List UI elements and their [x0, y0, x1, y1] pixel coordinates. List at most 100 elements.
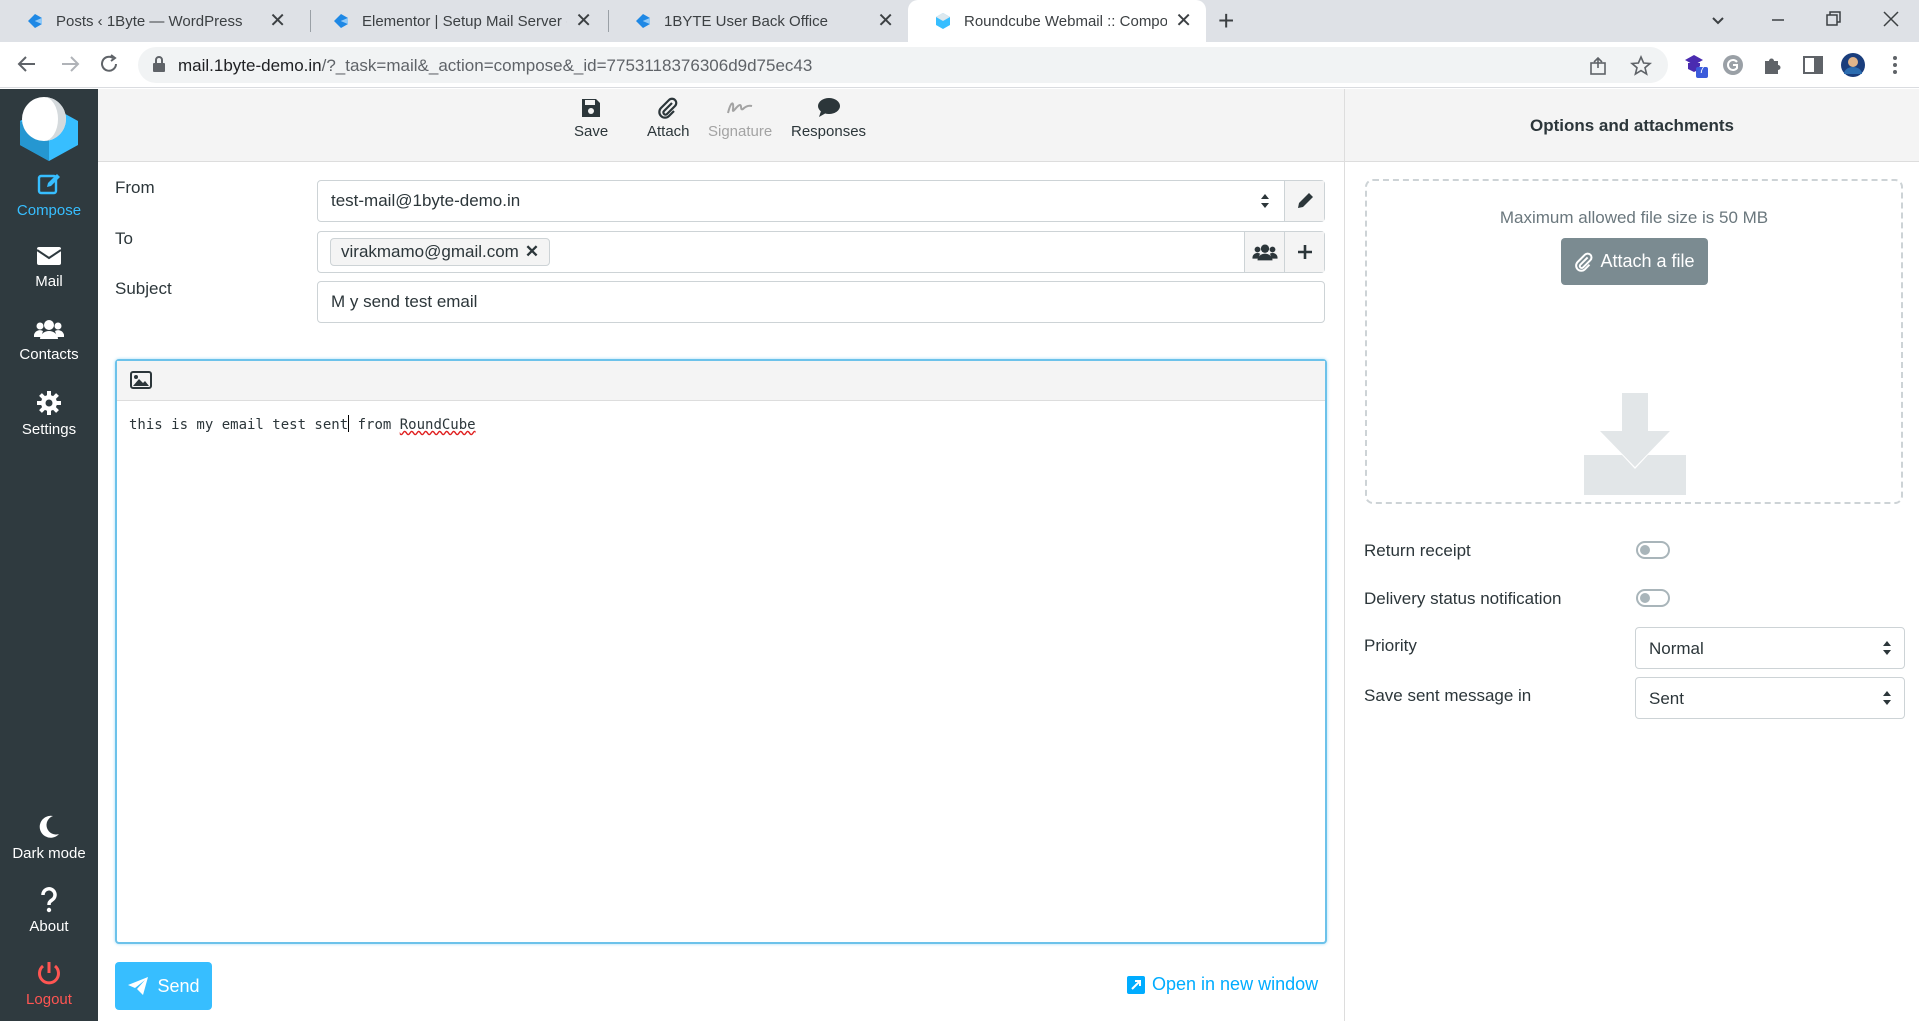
- lock-icon: [153, 56, 165, 72]
- wordpress-favicon-icon: [28, 14, 42, 28]
- extension-count: 7: [1699, 65, 1705, 76]
- sidebar-item-compose[interactable]: Compose: [0, 171, 98, 237]
- signature-icon: [727, 102, 753, 114]
- from-select[interactable]: test-mail@1byte-demo.in: [317, 180, 1325, 222]
- browser-tab-elementor[interactable]: Elementor | Setup Mail Server (Ro ✕: [306, 0, 606, 42]
- from-label: From: [115, 178, 155, 197]
- tab-search-icon[interactable]: [1710, 12, 1726, 28]
- open-in-new-window-link[interactable]: Open in new window: [1126, 974, 1318, 995]
- paper-plane-icon: [128, 977, 149, 995]
- forward-arrow-icon[interactable]: [58, 52, 82, 76]
- save-button[interactable]: Save: [574, 97, 608, 140]
- responses-label: Responses: [791, 123, 867, 140]
- attach-label: Attach: [647, 123, 690, 140]
- subject-value: M y send test email: [331, 292, 478, 311]
- question-mark-icon: [41, 887, 57, 913]
- delivery-status-toggle[interactable]: [1636, 589, 1670, 607]
- url-path: /?_task=mail&_action=compose&_id=7753118…: [321, 56, 813, 75]
- share-icon[interactable]: [1588, 55, 1610, 77]
- url-text: mail.1byte-demo.in/?_task=mail&_action=c…: [178, 56, 812, 76]
- misspelled-word: RoundCube: [399, 417, 476, 433]
- bookmark-star-icon[interactable]: [1630, 55, 1652, 77]
- grammarly-icon[interactable]: [1720, 52, 1746, 78]
- backoffice-favicon-icon: [636, 14, 650, 28]
- plus-icon: [1297, 245, 1312, 259]
- address-book-button[interactable]: [1244, 232, 1284, 272]
- sidebar-item-dark-mode[interactable]: Dark mode: [0, 814, 98, 880]
- browser-tab-roundcube[interactable]: Roundcube Webmail :: Compose ✕: [908, 0, 1206, 42]
- profile-avatar[interactable]: [1840, 52, 1866, 78]
- delivery-status-label: Delivery status notification: [1364, 589, 1562, 608]
- sidebar-item-label: Compose: [16, 202, 82, 219]
- body-text-part: this is my email test sent: [129, 417, 349, 433]
- extension-badge-icon[interactable]: 7: [1682, 52, 1708, 78]
- close-tab-icon[interactable]: ✕: [1175, 11, 1192, 31]
- send-button[interactable]: Send: [115, 962, 212, 1010]
- url-domain: mail.1byte-demo.in: [178, 56, 322, 75]
- image-icon[interactable]: [130, 371, 152, 389]
- minimize-icon[interactable]: [1770, 12, 1786, 28]
- sidebar-item-settings[interactable]: Settings: [0, 390, 98, 456]
- browser-menu-icon[interactable]: [1882, 52, 1908, 78]
- paperclip-icon: [1575, 252, 1593, 272]
- priority-select[interactable]: Normal: [1635, 627, 1905, 669]
- new-tab-button[interactable]: +: [1218, 6, 1234, 36]
- speech-bubble-icon: [817, 98, 840, 117]
- toggle-knob: [1640, 593, 1650, 603]
- back-arrow-icon[interactable]: [15, 52, 39, 76]
- attach-file-label: Attach a file: [1600, 251, 1695, 271]
- url-omnibox[interactable]: mail.1byte-demo.in/?_task=mail&_action=c…: [138, 47, 1668, 83]
- sidebar-item-contacts[interactable]: Contacts: [0, 317, 98, 383]
- moon-icon: [39, 815, 59, 838]
- editor-toolbar: [117, 361, 1325, 401]
- restore-icon[interactable]: [1825, 10, 1843, 28]
- from-value: test-mail@1byte-demo.in: [331, 191, 521, 210]
- main-sidebar: Compose Mail Contacts Settings Dark mode…: [0, 89, 98, 1021]
- close-tab-icon[interactable]: ✕: [269, 11, 286, 31]
- browser-tab-wordpress[interactable]: Posts ‹ 1Byte — WordPress ✕: [0, 0, 300, 42]
- close-tab-icon[interactable]: ✕: [877, 11, 894, 31]
- return-receipt-toggle[interactable]: [1636, 541, 1670, 559]
- reload-icon[interactable]: [97, 52, 121, 76]
- open-new-window-label: Open in new window: [1152, 974, 1319, 994]
- recipient-chip[interactable]: virakmamo@gmail.com ✕: [330, 238, 551, 266]
- to-recipients-input[interactable]: virakmamo@gmail.com ✕: [317, 231, 1325, 273]
- paperclip-icon: [658, 97, 678, 119]
- extensions-puzzle-icon[interactable]: [1760, 52, 1786, 78]
- attachment-dropzone[interactable]: Maximum allowed file size is 50 MB Attac…: [1365, 179, 1903, 504]
- body-text-part: from: [349, 417, 400, 433]
- save-label: Save: [574, 123, 609, 140]
- recipient-email: virakmamo@gmail.com: [341, 242, 519, 261]
- subject-input[interactable]: M y send test email: [317, 281, 1325, 323]
- attach-button[interactable]: Attach: [647, 97, 690, 140]
- edit-identity-button[interactable]: [1284, 181, 1324, 221]
- browser-address-bar: mail.1byte-demo.in/?_task=mail&_action=c…: [0, 42, 1919, 88]
- save-disk-icon: [582, 99, 601, 117]
- contacts-people-icon: [34, 320, 64, 339]
- sidebar-item-label: Logout: [26, 991, 72, 1008]
- close-tab-icon[interactable]: ✕: [575, 11, 592, 31]
- save-sent-select[interactable]: Sent: [1635, 677, 1905, 719]
- select-arrows-icon: [1883, 641, 1891, 655]
- sidebar-item-label: Mail: [35, 273, 63, 290]
- responses-button[interactable]: Responses: [791, 97, 866, 140]
- select-arrows-icon: [1883, 691, 1891, 705]
- tab-title: Roundcube Webmail :: Compose: [964, 12, 1168, 30]
- sidebar-item-logout[interactable]: Logout: [0, 960, 98, 1021]
- to-label: To: [115, 229, 133, 248]
- download-drop-icon: [1584, 393, 1686, 495]
- sidebar-item-mail[interactable]: Mail: [0, 244, 98, 310]
- close-window-icon[interactable]: [1882, 10, 1900, 28]
- tab-title: Elementor | Setup Mail Server (Ro: [362, 12, 567, 30]
- remove-recipient-icon[interactable]: ✕: [525, 242, 539, 261]
- signature-button[interactable]: Signature: [708, 97, 772, 140]
- max-file-size-text: Maximum allowed file size is 50 MB: [1499, 208, 1769, 227]
- sidebar-item-about[interactable]: About: [0, 887, 98, 953]
- compose-form: From test-mail@1byte-demo.in To virakmam…: [98, 162, 1344, 1021]
- add-header-button[interactable]: [1284, 232, 1324, 272]
- side-panel-icon[interactable]: [1800, 52, 1826, 78]
- attach-file-button[interactable]: Attach a file: [1561, 238, 1708, 285]
- return-receipt-label: Return receipt: [1364, 541, 1471, 560]
- message-body-editor[interactable]: this is my email test sent from RoundCub…: [115, 359, 1327, 944]
- browser-tab-backoffice[interactable]: 1BYTE User Back Office ✕: [608, 0, 908, 42]
